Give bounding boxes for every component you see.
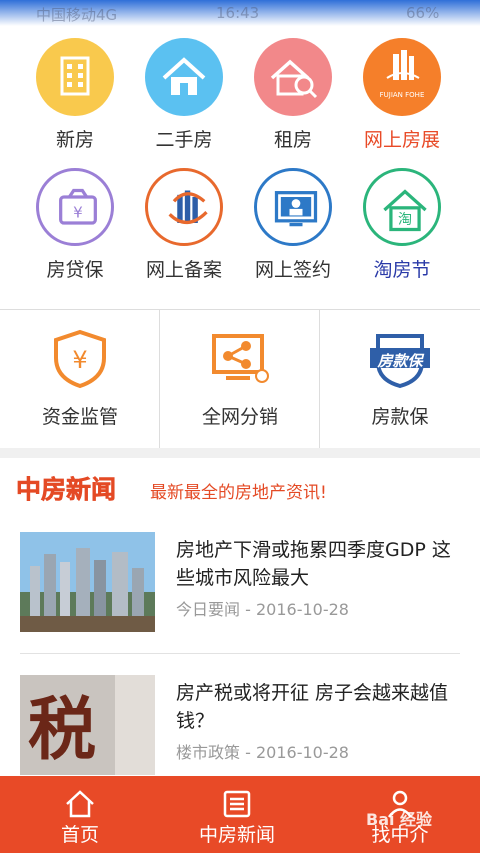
entry-rent[interactable]: 租房: [233, 26, 353, 156]
news-meta: 今日要闻 - 2016-10-28: [176, 600, 349, 619]
svg-text:淘: 淘: [398, 212, 412, 228]
news-section-logo: 中房新闻: [16, 474, 134, 505]
entry-label: 淘房节: [373, 259, 431, 281]
nav-label: 首页: [60, 824, 99, 846]
service-fund-supervision[interactable]: ¥ 资金监管: [0, 310, 160, 448]
entry-online-sign[interactable]: 网上签约: [233, 156, 353, 286]
svg-text:税: 税: [28, 691, 96, 770]
svg-text:中房新闻: 中房新闻: [16, 475, 116, 504]
news-meta: 楼市政策 - 2016-10-28: [176, 743, 349, 762]
news-list-icon: [223, 790, 251, 818]
building-icon: [36, 38, 114, 116]
entry-label: 网上签约: [254, 259, 331, 281]
service-label: 全网分销: [201, 406, 278, 428]
shield-yuan-icon: ¥: [54, 329, 106, 389]
news-item[interactable]: 税 房产税或将开征 房子会越来越值钱？ 楼市政策 - 2016-10-28: [0, 675, 480, 787]
divider: [20, 653, 460, 654]
news-thumbnail-tax: 税: [20, 675, 155, 775]
watermark: Bai 经验: [366, 810, 433, 829]
entry-tao-festival[interactable]: 淘 淘房节: [342, 156, 462, 286]
house-icon: [145, 38, 223, 116]
share-screen-icon: [212, 334, 269, 383]
nav-news[interactable]: 中房新闻: [157, 776, 317, 853]
nav-label: 中房新闻: [198, 824, 275, 846]
news-date: 2016-10-28: [255, 743, 349, 762]
rent-key-icon: [254, 38, 332, 116]
section-gap: [0, 448, 480, 458]
news-title: 房产税或将开征 房子会越来越值钱？: [176, 682, 449, 732]
news-category: 楼市政策: [176, 743, 241, 762]
entry-label: 新房: [55, 129, 94, 151]
news-tagline: 最新最全的房地产资讯!: [150, 483, 327, 503]
entry-second-hand-house[interactable]: 二手房: [124, 26, 244, 156]
entry-new-house[interactable]: 新房: [15, 26, 135, 156]
entry-label: 网上房展: [363, 129, 440, 151]
monitor-person-icon: [254, 168, 332, 246]
fohe-brand-text: FUJIAN FOHE: [379, 91, 425, 99]
home-icon: [66, 790, 94, 818]
entry-online-expo[interactable]: FUJIAN FOHE 网上房展: [342, 26, 462, 156]
entry-label: 房贷保: [46, 259, 104, 281]
entry-mortgage-insurance[interactable]: ¥ 房贷保: [15, 156, 135, 286]
battery-level: 66%: [406, 4, 440, 22]
entry-label: 租房: [273, 129, 312, 151]
news-thumbnail-city: [20, 532, 155, 632]
entry-online-record[interactable]: 网上备案: [124, 156, 244, 286]
news-title: 房地产下滑或拖累四季度GDP 这些城市风险最大: [176, 539, 451, 589]
svg-text:¥: ¥: [72, 346, 87, 374]
svg-text:¥: ¥: [73, 204, 83, 222]
wallet-yuan-icon: ¥: [36, 168, 114, 246]
status-bar: 中国移动4G 16:43 66%: [0, 0, 480, 26]
entry-label: 二手房: [155, 129, 213, 151]
badge-text: 房款保: [377, 352, 423, 370]
nav-home[interactable]: 首页: [0, 776, 160, 853]
tao-house-icon: 淘: [363, 168, 441, 246]
record-logo-icon: [145, 168, 223, 246]
news-category: 今日要闻: [176, 600, 241, 619]
service-distribution[interactable]: 全网分销: [160, 310, 320, 448]
news-item[interactable]: 房地产下滑或拖累四季度GDP 这些城市风险最大 今日要闻 - 2016-10-2…: [0, 532, 480, 644]
service-payment-guarantee[interactable]: 房款保 房款保: [320, 310, 480, 448]
clock: 16:43: [216, 4, 260, 22]
fujian-fohe-logo: [363, 38, 441, 116]
carrier-label: 中国移动4G: [36, 6, 118, 24]
entry-label: 网上备案: [145, 259, 222, 281]
service-label: 房款保: [371, 406, 429, 428]
news-date: 2016-10-28: [255, 600, 349, 619]
service-label: 资金监管: [41, 406, 118, 428]
